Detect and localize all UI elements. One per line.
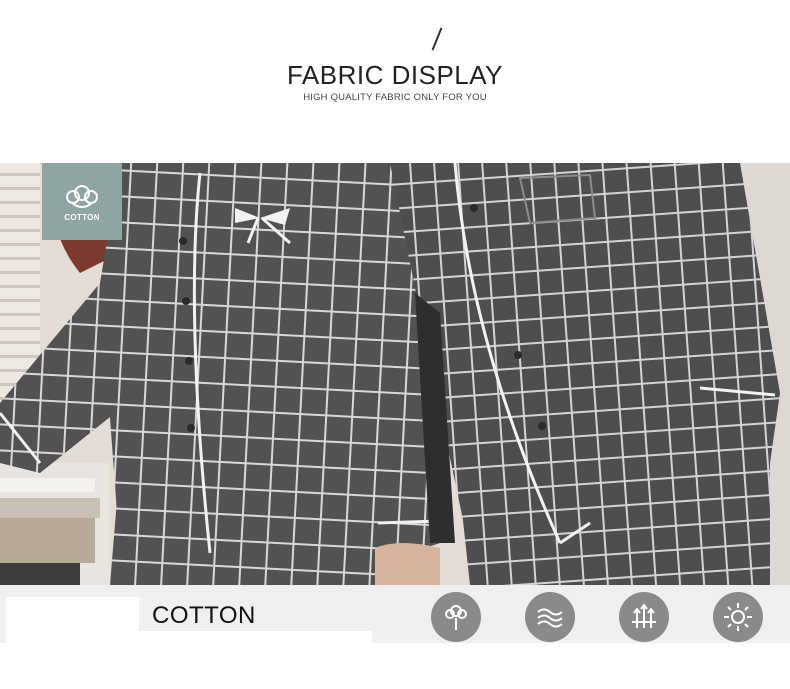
cotton-flower-icon: [66, 185, 98, 208]
strip-block: [415, 645, 790, 689]
water-waves-icon: [525, 592, 575, 642]
page-title: FABRIC DISPLAY: [286, 60, 504, 90]
fabric-feature-strip: COTTON: [0, 585, 790, 689]
strip-block: [128, 631, 372, 671]
strip-block: [6, 643, 126, 663]
decorative-slash: [431, 27, 443, 51]
fabric-name: COTTON: [152, 602, 256, 629]
page-subtitle: HIGH QUALITY FABRIC ONLY FOR YOU: [303, 92, 487, 103]
cotton-badge: COTTON: [42, 163, 122, 240]
cotton-badge-label: COTTON: [64, 213, 100, 222]
breathable-arrows-icon: [619, 592, 669, 642]
strip-block: [6, 597, 139, 643]
sun-icon: [713, 592, 763, 642]
cotton-plant-icon: [431, 592, 481, 642]
